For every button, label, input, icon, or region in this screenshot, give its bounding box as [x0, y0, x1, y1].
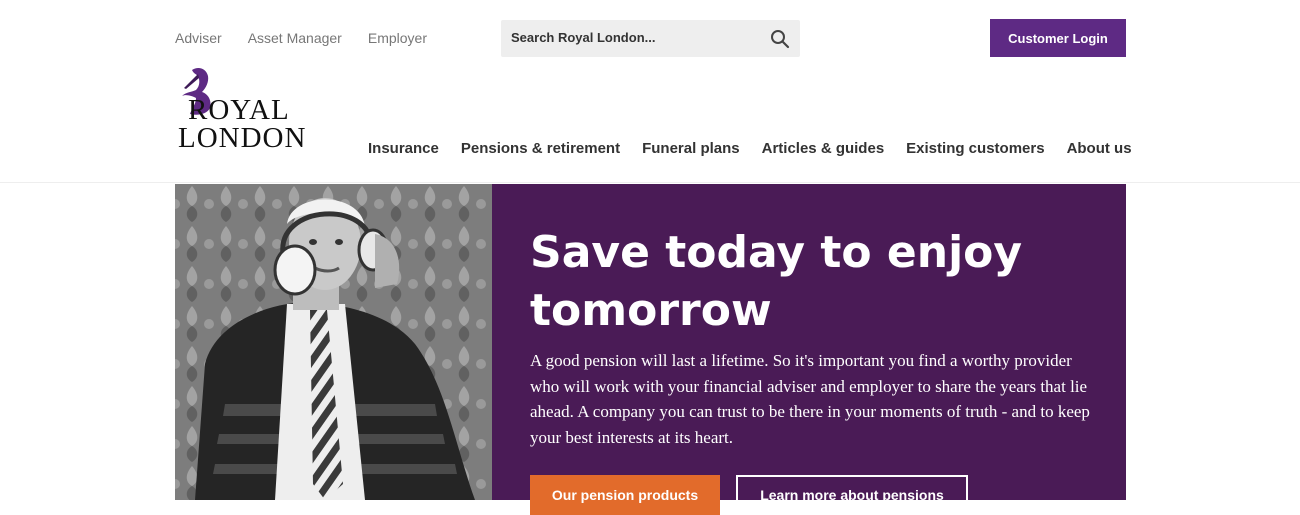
search-box: [501, 20, 800, 57]
nav-pensions-retirement[interactable]: Pensions & retirement: [461, 140, 620, 157]
nav-funeral-plans[interactable]: Funeral plans: [642, 140, 740, 157]
hero-title: Save today to enjoy tomorrow: [530, 227, 1023, 336]
nav-insurance[interactable]: Insurance: [368, 140, 439, 157]
link-employer[interactable]: Employer: [368, 30, 427, 46]
link-adviser[interactable]: Adviser: [175, 30, 222, 46]
logo-wordmark: ROYAL LONDON: [178, 94, 307, 154]
search-icon[interactable]: [770, 29, 790, 49]
main-nav: Insurance Pensions & retirement Funeral …: [368, 140, 1132, 157]
link-asset-manager[interactable]: Asset Manager: [248, 30, 342, 46]
nav-about-us[interactable]: About us: [1067, 140, 1132, 157]
site-header: Adviser Asset Manager Employer Customer …: [0, 0, 1300, 183]
hero-description: A good pension will last a lifetime. So …: [530, 351, 1090, 447]
hero-panel: Save today to enjoy tomorrow A good pens…: [492, 184, 1126, 515]
audience-links: Adviser Asset Manager Employer: [175, 30, 427, 46]
learn-more-pensions-button[interactable]: Learn more about pensions: [736, 475, 968, 515]
royal-london-logo[interactable]: ROYAL LONDON: [178, 66, 318, 158]
nav-articles-guides[interactable]: Articles & guides: [762, 140, 885, 157]
our-pension-products-button[interactable]: Our pension products: [530, 475, 720, 515]
nav-existing-customers[interactable]: Existing customers: [906, 140, 1044, 157]
search-input[interactable]: [509, 29, 763, 46]
hero-image: [175, 184, 493, 500]
logo-line-2: LONDON: [178, 122, 307, 154]
logo-line-1: ROYAL: [188, 94, 290, 126]
customer-login-button[interactable]: Customer Login: [990, 19, 1126, 57]
man-with-headphones-photo: [175, 184, 493, 500]
